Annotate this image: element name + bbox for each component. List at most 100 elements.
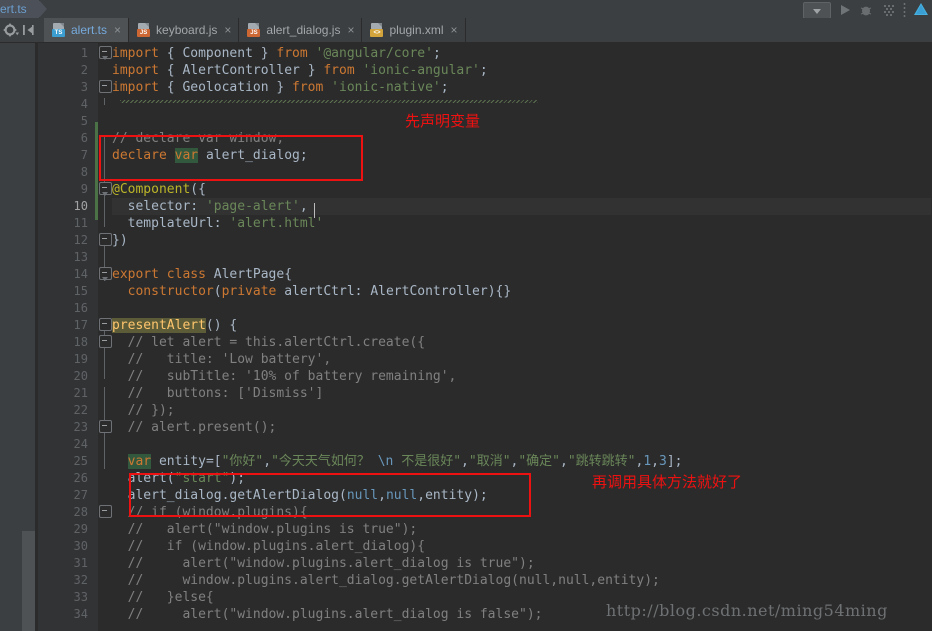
coverage-icon[interactable]: [881, 2, 897, 18]
code-line[interactable]: declare var alert_dialog;: [112, 147, 308, 164]
code-line[interactable]: // if (window.plugins.alert_dialog){: [112, 538, 425, 555]
fold-marker[interactable]: [99, 233, 112, 246]
javascript-file-icon: JS: [247, 23, 261, 37]
line-number: 18: [73, 335, 88, 349]
tab-label: keyboard.js: [156, 23, 218, 37]
code-line[interactable]: // let alert = this.alertCtrl.create({: [112, 334, 425, 351]
breadcrumb-bar: ert.ts: [0, 0, 932, 18]
tab-alert-ts[interactable]: TS alert.ts ×: [44, 18, 130, 42]
line-number: 10: [73, 199, 88, 213]
code-line[interactable]: templateUrl: 'alert.html': [112, 215, 324, 232]
inspection-squiggle: [120, 100, 538, 103]
code-line[interactable]: // });: [112, 402, 175, 419]
tab-alert-dialog-js[interactable]: JS alert_dialog.js ×: [239, 18, 363, 42]
run-icon[interactable]: [837, 2, 853, 18]
watermark-url: http://blog.csdn.net/ming54ming: [606, 601, 888, 620]
tab-plugin-xml[interactable]: <> plugin.xml ×: [362, 18, 466, 42]
xml-file-icon: <>: [370, 23, 384, 37]
code-line[interactable]: // alert.present();: [112, 419, 277, 436]
open-file-tabs: TS alert.ts × JS keyboard.js × JS alert_…: [44, 18, 466, 42]
annotation-declare-variable: 先声明变量: [405, 112, 481, 130]
code-line[interactable]: selector: 'page-alert',: [112, 198, 308, 215]
run-toolbar: [803, 0, 932, 20]
ide-window: ert.ts TS alert.ts × JS keyboard.js × JS…: [0, 0, 932, 631]
code-line[interactable]: alert("start");: [112, 470, 245, 487]
close-icon[interactable]: ×: [224, 24, 231, 36]
code-line[interactable]: // }else{: [112, 589, 214, 606]
line-number: 31: [73, 556, 88, 570]
vertical-scrollbar-thumb[interactable]: [22, 531, 35, 631]
fold-marker[interactable]: [99, 505, 112, 518]
tab-keyboard-js[interactable]: JS keyboard.js ×: [129, 18, 240, 42]
line-number: 3: [80, 80, 88, 94]
tab-label: alert.ts: [71, 23, 108, 37]
breadcrumb-file[interactable]: ert.ts: [0, 0, 47, 18]
tool-window-stripe: [0, 43, 35, 631]
debug-icon[interactable]: [859, 2, 875, 18]
run-configuration-selector[interactable]: [803, 1, 831, 19]
vlc-icon[interactable]: [912, 1, 930, 19]
code-editor[interactable]: 1 2 3 4 5 6 7 8 9 10 11 12 13 14 15 16 17 18 19 20 21 22 23 24 2…: [0, 43, 932, 631]
code-line[interactable]: @Component({: [112, 181, 206, 198]
code-line[interactable]: // alert("window.plugins is true");: [112, 521, 418, 538]
fold-marker[interactable]: [99, 80, 112, 93]
gear-icon[interactable]: [3, 22, 19, 38]
close-icon[interactable]: ×: [347, 24, 354, 36]
code-line[interactable]: // buttons: ['Dismiss']: [112, 385, 324, 402]
code-line[interactable]: // title: 'Low battery',: [112, 351, 332, 368]
line-number: 2: [80, 63, 88, 77]
typescript-file-icon: TS: [52, 23, 66, 37]
code-line[interactable]: // declare var window;: [112, 130, 284, 147]
line-number: 33: [73, 590, 88, 604]
line-number-gutter[interactable]: 1 2 3 4 5 6 7 8 9 10 11 12 13 14 15 16 17 18 19 20 21 22 23 24 2…: [38, 43, 98, 631]
code-line[interactable]: import { Geolocation } from 'ionic-nativ…: [112, 79, 449, 96]
code-line[interactable]: constructor(private alertCtrl: AlertCont…: [112, 283, 512, 300]
editor-left-toolbar: [0, 18, 47, 42]
code-folding-column[interactable]: [98, 43, 112, 631]
line-number: 23: [73, 420, 88, 434]
code-line[interactable]: // window.plugins.alert_dialog.getAlertD…: [112, 572, 660, 589]
line-number: 22: [73, 403, 88, 417]
fold-marker[interactable]: [99, 420, 112, 433]
more-dots-icon[interactable]: [903, 2, 906, 18]
line-number: 20: [73, 369, 88, 383]
line-number: 5: [80, 114, 88, 128]
line-number: 24: [73, 437, 88, 451]
fold-marker[interactable]: [99, 46, 112, 60]
file-badge-label: JS: [137, 29, 151, 37]
file-badge-label: <>: [370, 29, 384, 37]
fold-marker[interactable]: [99, 267, 112, 281]
line-number: 29: [73, 522, 88, 536]
code-line[interactable]: var entity=["你好","今天天气如何？ \n 不是很好","取消",…: [112, 453, 682, 470]
line-number: 28: [73, 505, 88, 519]
tab-label: alert_dialog.js: [266, 23, 341, 37]
line-number: 17: [73, 318, 88, 332]
fold-marker[interactable]: [99, 318, 112, 331]
code-line[interactable]: presentAlert() {: [112, 317, 237, 334]
code-line[interactable]: // subTitle: '10% of battery remaining',: [112, 368, 457, 385]
collapse-panel-icon[interactable]: [22, 22, 36, 38]
code-line[interactable]: // alert("window.plugins.alert_dialog is…: [112, 555, 535, 572]
code-text-area[interactable]: import { Component } from '@angular/core…: [112, 43, 932, 631]
editor-tab-bar: TS alert.ts × JS keyboard.js × JS alert_…: [0, 18, 932, 43]
code-line[interactable]: alert_dialog.getAlertDialog(null,null,en…: [112, 487, 488, 504]
fold-marker[interactable]: [99, 182, 112, 196]
line-number: 7: [80, 148, 88, 162]
fold-marker[interactable]: [99, 335, 112, 348]
tab-label: plugin.xml: [389, 23, 444, 37]
line-number: 16: [73, 301, 88, 315]
close-icon[interactable]: ×: [451, 24, 458, 36]
line-number: 6: [80, 131, 88, 145]
line-number: 14: [73, 267, 88, 281]
close-icon[interactable]: ×: [114, 24, 121, 36]
code-line[interactable]: }): [112, 232, 128, 249]
line-number: 1: [80, 46, 88, 60]
code-line[interactable]: // alert("window.plugins.alert_dialog is…: [112, 606, 543, 623]
code-line[interactable]: import { AlertController } from 'ionic-a…: [112, 62, 488, 79]
file-badge-label: TS: [52, 29, 65, 37]
code-line[interactable]: export class AlertPage{: [112, 266, 292, 283]
code-line[interactable]: // if (window.plugins){: [112, 504, 308, 521]
line-number: 13: [73, 250, 88, 264]
code-line[interactable]: import { Component } from '@angular/core…: [112, 45, 441, 62]
line-number: 21: [73, 386, 88, 400]
